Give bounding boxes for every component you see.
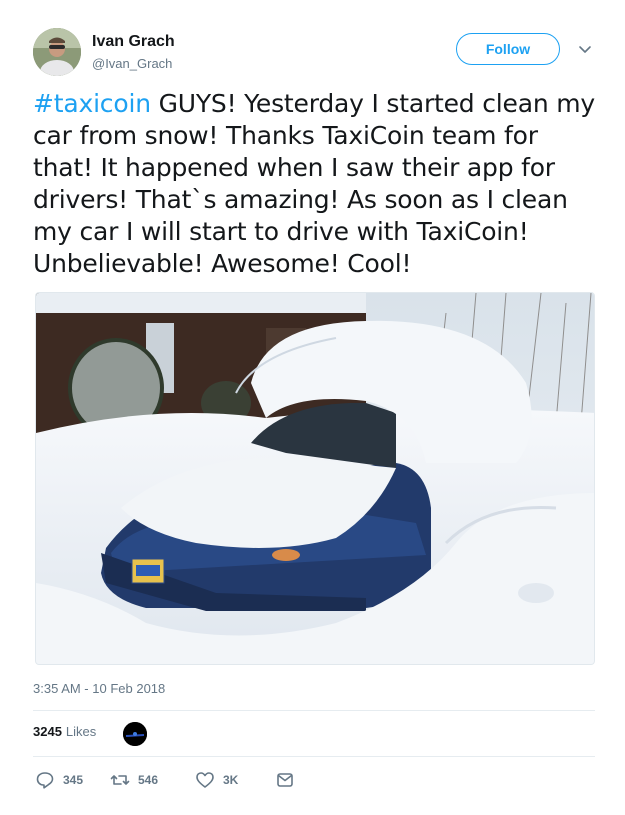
snow-covered-car-image [36, 293, 594, 664]
direct-message-button[interactable] [275, 770, 295, 790]
reply-icon [36, 772, 54, 789]
tweet-photo[interactable] [35, 292, 595, 665]
envelope-icon [277, 773, 293, 787]
retweet-count: 546 [138, 773, 159, 787]
user-avatar-image [33, 28, 81, 76]
tweet-timestamp[interactable]: 3:35 AM - 10 Feb 2018 [33, 681, 165, 696]
like-button[interactable]: 3K [195, 770, 238, 790]
likes-label: Likes [65, 724, 97, 739]
divider [33, 756, 595, 757]
follow-button[interactable]: Follow [456, 33, 560, 65]
retweet-button[interactable]: 546 [110, 770, 158, 790]
tweet-text: #taxicoin GUYS! Yesterday I started clea… [33, 88, 603, 280]
reply-button[interactable]: 345 [35, 770, 83, 790]
likes-count: 3245 [33, 724, 62, 739]
author-handle[interactable]: @Ivan_Grach [92, 56, 172, 71]
tweet-card: Ivan Grach @Ivan_Grach Follow #taxicoin … [0, 0, 625, 815]
hashtag-link[interactable]: #taxicoin [33, 89, 151, 118]
like-count: 3K [223, 773, 239, 787]
likes-stat[interactable]: 3245 Likes [33, 724, 96, 739]
chevron-down-icon[interactable] [576, 40, 594, 58]
author-avatar[interactable] [33, 28, 81, 76]
divider [33, 710, 595, 711]
liker-avatar[interactable] [123, 722, 147, 746]
retweet-icon [110, 775, 130, 785]
reply-count: 345 [63, 773, 84, 787]
heart-icon [196, 772, 214, 788]
author-display-name[interactable]: Ivan Grach [92, 33, 175, 51]
